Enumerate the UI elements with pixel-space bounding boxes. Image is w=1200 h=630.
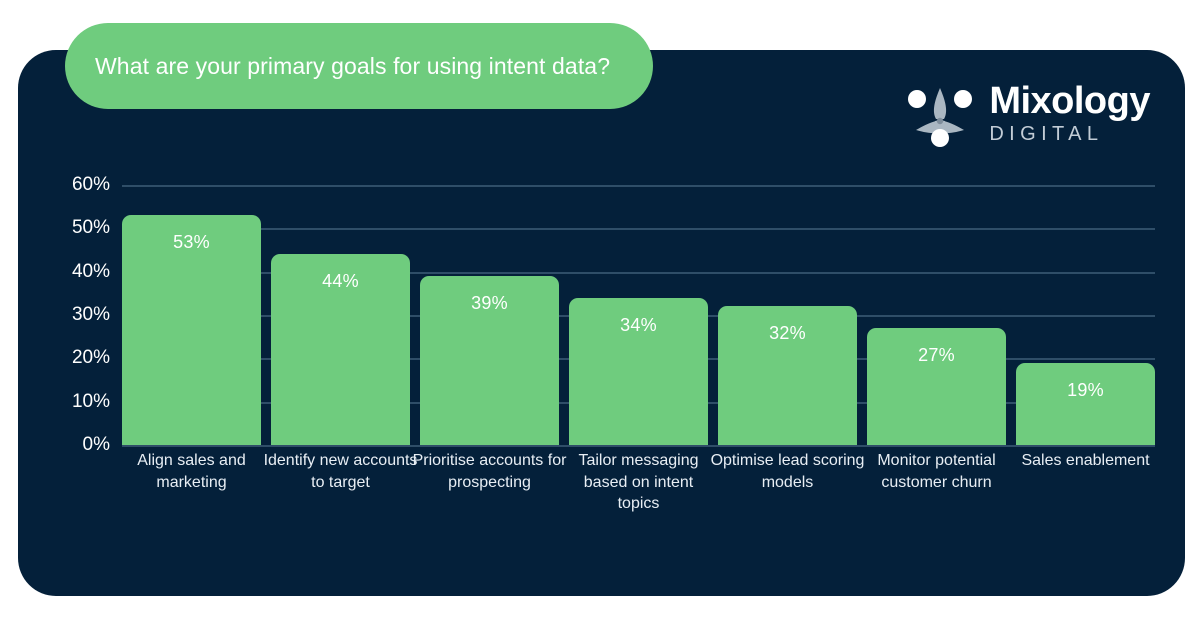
x-axis-category-label: Prioritise accounts for prospecting <box>412 452 567 491</box>
x-axis-category-label: Sales enablement <box>1021 452 1150 469</box>
bar-value-label: 44% <box>322 271 359 292</box>
y-axis-tick-label: 10% <box>71 390 110 412</box>
bar-value-label: 19% <box>1067 379 1104 400</box>
x-axis-category-label: Monitor potential customer churn <box>877 452 996 491</box>
title-pill: What are your primary goals for using in… <box>65 23 653 109</box>
x-axis-category-label: Optimise lead scoring models <box>710 452 865 491</box>
bar[interactable]: 19% <box>1016 362 1155 445</box>
page-title: What are your primary goals for using in… <box>95 52 611 79</box>
bar[interactable]: 34% <box>569 297 708 445</box>
bar[interactable]: 39% <box>420 276 559 445</box>
y-axis-tick-label: 20% <box>71 347 110 369</box>
bar-slot: 32% <box>718 185 857 445</box>
bar[interactable]: 53% <box>122 215 261 445</box>
bar[interactable]: 44% <box>271 254 410 445</box>
brand-logo: Mixology DIGITAL <box>904 78 1150 148</box>
bar-value-label: 39% <box>471 293 508 313</box>
y-axis-tick-label: 0% <box>82 434 110 455</box>
bar-slot: 34% <box>569 185 708 445</box>
bar[interactable]: 32% <box>718 306 857 445</box>
gridline <box>122 445 1155 447</box>
bar-value-label: 32% <box>769 323 806 344</box>
bar-slot: 44% <box>271 185 410 445</box>
plot-area: 53% 44% 39% 34% 32% 27% 19% <box>122 185 1155 447</box>
bar-value-label: 34% <box>620 314 657 335</box>
x-axis-labels: Align sales and marketing Identify new ac… <box>122 450 1155 560</box>
brand-name: Mixology <box>989 80 1150 122</box>
x-axis-category-label: Tailor messaging based on intent topics <box>578 452 699 513</box>
y-axis-tick-label: 50% <box>71 217 110 239</box>
bar-group: 53% 44% 39% 34% 32% 27% 19% <box>122 185 1155 445</box>
x-axis-category-label: Align sales and marketing <box>137 452 246 491</box>
infographic-canvas: 53% 44% 39% 34% 32% 27% 19% 0% 10% 20% 30% 40% 50% 6… <box>0 0 1200 630</box>
bar-slot: 39% <box>420 185 559 445</box>
x-axis-category-label: Identify new accounts to target <box>263 452 418 491</box>
bar-slot: 53% <box>122 185 261 445</box>
bar-value-label: 27% <box>918 345 955 365</box>
bar-value-label: 53% <box>173 232 210 253</box>
brand-wordmark: Mixology DIGITAL <box>989 82 1150 144</box>
y-axis-tick-label: 60% <box>71 174 110 195</box>
bar[interactable]: 27% <box>867 328 1006 445</box>
bar-slot: 19% <box>1016 185 1155 445</box>
y-axis-tick-label: 30% <box>71 304 110 325</box>
y-axis-tick-label: 40% <box>71 260 110 282</box>
triskelion-logo-icon <box>904 78 976 148</box>
bar-slot: 27% <box>867 185 1006 445</box>
brand-subtitle: DIGITAL <box>989 123 1104 145</box>
